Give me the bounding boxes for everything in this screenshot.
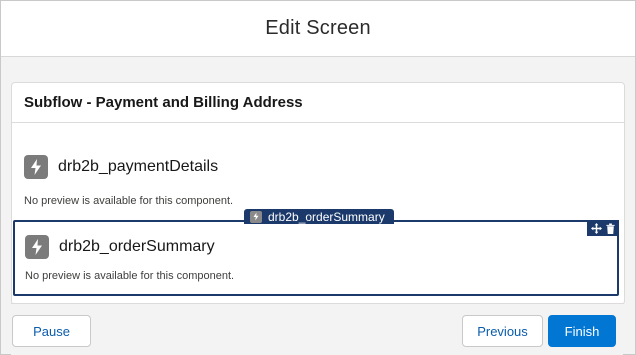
trash-icon[interactable] — [605, 223, 616, 234]
no-preview-text: No preview is available for this compone… — [25, 270, 235, 282]
finish-button[interactable]: Finish — [548, 315, 616, 347]
modal-header: Edit Screen — [1, 1, 635, 57]
component-name: drb2b_paymentDetails — [58, 158, 219, 175]
drag-label-text: drb2b_orderSummary — [268, 209, 385, 224]
screen-canvas-card: Subflow - Payment and Billing Address dr… — [11, 82, 625, 305]
lightning-icon — [25, 235, 49, 259]
no-preview-text: No preview is available for this compone… — [24, 195, 234, 207]
move-icon[interactable] — [590, 222, 602, 234]
component-drag-label[interactable]: drb2b_orderSummary — [244, 209, 394, 224]
component-row: drb2b_orderSummary — [25, 235, 215, 259]
component-order-summary-selected[interactable]: drb2b_orderSummary No preview is availab… — [13, 220, 619, 296]
lightning-icon — [250, 210, 262, 223]
component-row: drb2b_paymentDetails — [24, 155, 218, 179]
card-title: Subflow - Payment and Billing Address — [24, 94, 303, 111]
component-payment-details[interactable]: drb2b_paymentDetails No preview is avail… — [12, 139, 624, 209]
component-actions — [587, 220, 619, 236]
pause-button[interactable]: Pause — [12, 315, 91, 347]
card-header: Subflow - Payment and Billing Address — [12, 83, 624, 123]
modal-footer: Pause Previous Finish — [11, 303, 623, 355]
previous-button[interactable]: Previous — [462, 315, 543, 347]
edit-screen-window: Edit Screen Subflow - Payment and Billin… — [0, 0, 636, 355]
component-name: drb2b_orderSummary — [59, 238, 215, 255]
page-title: Edit Screen — [265, 17, 371, 39]
lightning-icon — [24, 155, 48, 179]
